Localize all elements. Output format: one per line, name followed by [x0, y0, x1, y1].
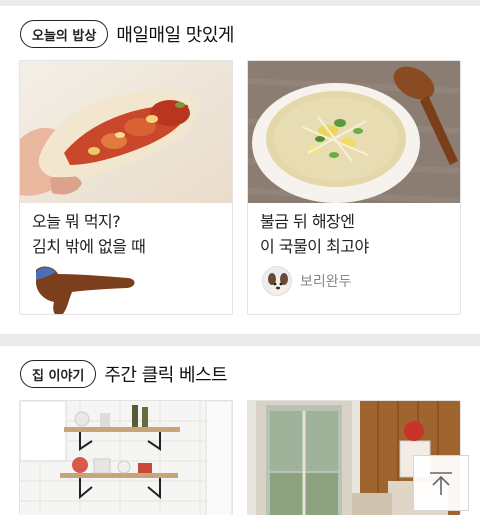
- redacted-author-mark: [36, 266, 135, 314]
- card-title[interactable]: 불금 뒤 해장엔 이 국물이 최고야: [260, 209, 450, 259]
- card-thumbnail[interactable]: [20, 401, 232, 515]
- section-tag[interactable]: 오늘의 밥상: [20, 20, 109, 48]
- section-divider: [0, 334, 480, 346]
- card-thumbnail[interactable]: [248, 61, 460, 203]
- card-title[interactable]: 오늘 뭐 먹지? 김치 밖에 없을 때: [32, 209, 222, 259]
- recipe-card-soup[interactable]: 불금 뒤 해장엔 이 국물이 최고야 보리완두: [247, 60, 461, 315]
- avatar: [262, 266, 292, 296]
- scroll-top-button[interactable]: [413, 455, 469, 511]
- arrow-up-icon: [430, 472, 452, 495]
- recipe-card-kimchi[interactable]: 오늘 뭐 먹지? 김치 밖에 없을 때: [19, 60, 233, 315]
- section-tag[interactable]: 집 이야기: [20, 360, 97, 388]
- card-author[interactable]: 보리완두: [262, 264, 352, 298]
- section-title: 주간 클릭 베스트: [104, 365, 228, 386]
- section-title: 매일매일 맛있게: [116, 25, 234, 46]
- top-divider: [0, 0, 480, 6]
- home-card-kitchen[interactable]: [19, 400, 233, 515]
- card-author: [34, 264, 135, 314]
- section-header-meal: 오늘의 밥상 매일매일 맛있게: [20, 19, 234, 49]
- card-thumbnail[interactable]: [20, 61, 232, 203]
- section-header-home: 집 이야기 주간 클릭 베스트: [20, 359, 228, 389]
